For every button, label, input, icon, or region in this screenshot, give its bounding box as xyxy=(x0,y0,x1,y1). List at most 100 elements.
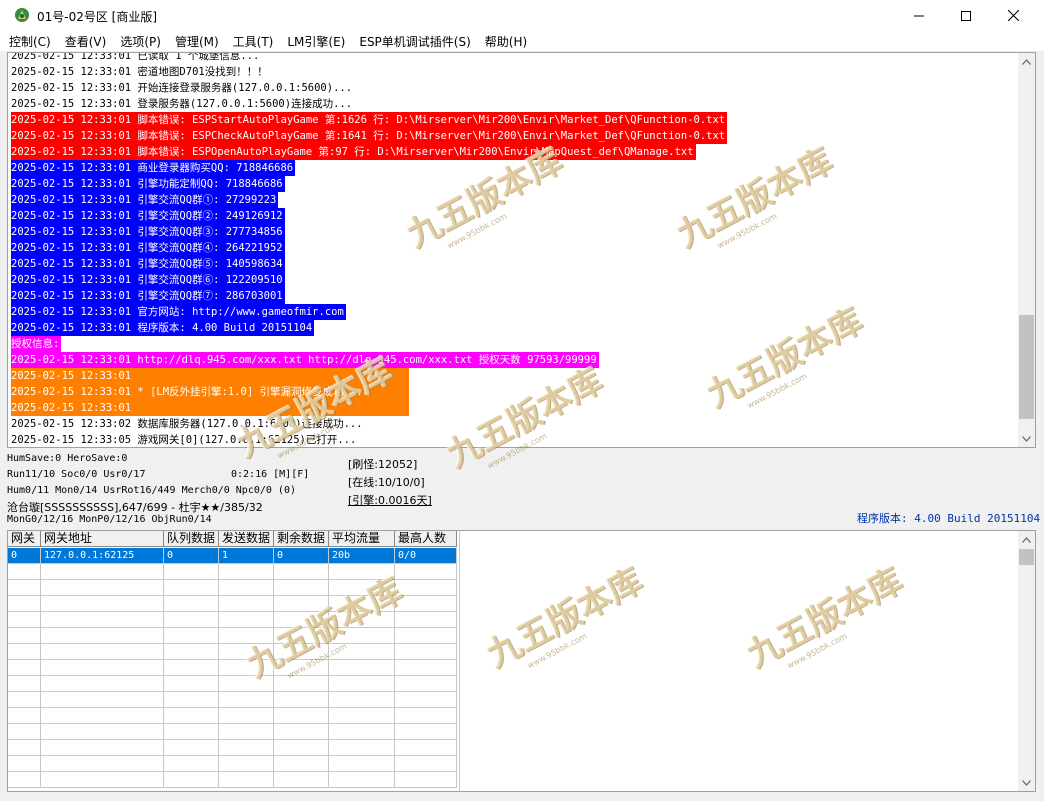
log-line-text: 2025-02-15 12:33:01 xyxy=(11,368,409,384)
grid-empty-cell xyxy=(274,740,329,756)
menu-options[interactable]: 选项(P) xyxy=(120,33,161,50)
grid-column-header[interactable]: 平均流量 xyxy=(329,531,395,547)
grid-column-header[interactable]: 发送数据 xyxy=(219,531,274,547)
status-panel: HumSave:0 HeroSave:0 Run11/10 Soc0/0 Usr… xyxy=(7,451,1040,527)
grid-empty-row[interactable] xyxy=(8,692,460,708)
grid-empty-row[interactable] xyxy=(8,564,460,580)
scroll-down-arrow[interactable] xyxy=(1018,430,1035,447)
gateway-grid[interactable]: 网关 网关地址 队列数据 发送数据 剩余数据 平均流量 最高人数 0 127.0.0.1:621… xyxy=(8,531,460,791)
chevron-down-icon xyxy=(1022,435,1031,442)
grid-cell: 127.0.0.1:62125 xyxy=(41,548,164,564)
grid-empty-cell xyxy=(219,708,274,724)
grid-empty-cell xyxy=(41,564,164,580)
grid-cell: 0 xyxy=(8,548,41,564)
grid-empty-cell xyxy=(41,580,164,596)
log-line-text: 2025-02-15 12:33:02 数据库服务器(127.0.0.1:600… xyxy=(11,418,363,430)
menu-control[interactable]: 控制(C) xyxy=(9,33,51,50)
log-line-text: 2025-02-15 12:33:01 引擎交流QQ群⑦: 286703001 xyxy=(11,288,285,304)
grid-column-header[interactable]: 剩余数据 xyxy=(274,531,329,547)
grid-column-header[interactable]: 队列数据 xyxy=(164,531,219,547)
grid-empty-row[interactable] xyxy=(8,612,460,628)
grid-empty-cell xyxy=(395,772,457,788)
log-line-text: 2025-02-15 12:33:01 脚本错误: ESPCheckAutoPl… xyxy=(11,128,728,144)
grid-empty-cell xyxy=(219,596,274,612)
grid-empty-cell xyxy=(41,692,164,708)
grid-empty-cell xyxy=(219,660,274,676)
menu-view[interactable]: 查看(V) xyxy=(65,33,107,50)
grid-scroll-down-arrow[interactable] xyxy=(1018,774,1035,791)
log-line: 2025-02-15 12:33:01 引擎功能定制QQ: 718846686 xyxy=(11,176,1016,192)
log-line-text: 2025-02-15 12:33:01 引擎交流QQ群⑤: 140598634 xyxy=(11,256,285,272)
grid-empty-cell xyxy=(8,628,41,644)
grid-empty-cell xyxy=(164,708,219,724)
grid-empty-row[interactable] xyxy=(8,644,460,660)
status-online: [在线:10/10/0] xyxy=(348,476,425,489)
grid-empty-cell xyxy=(41,724,164,740)
grid-column-header[interactable]: 网关 xyxy=(8,531,41,547)
main-window: 01号-02号区 [商业版] 控制(C) 查看(V) 选项(P) 管理(M) 工… xyxy=(0,0,1044,801)
grid-empty-row[interactable] xyxy=(8,724,460,740)
grid-empty-cell xyxy=(329,628,395,644)
menu-tools[interactable]: 工具(T) xyxy=(233,33,274,50)
close-button[interactable] xyxy=(990,0,1036,31)
log-line-text: 2025-02-15 12:33:05 游戏网关[0](127.0.0.1:62… xyxy=(11,434,357,446)
menu-esp-plugin[interactable]: ESP单机调试插件(S) xyxy=(359,33,470,50)
maximize-button[interactable] xyxy=(943,0,989,31)
grid-empty-cell xyxy=(219,756,274,772)
log-line-text: 2025-02-15 12:33:01 已读取 1 个城堡信息... xyxy=(11,52,260,62)
grid-empty-row[interactable] xyxy=(8,596,460,612)
grid-empty-row[interactable] xyxy=(8,772,460,788)
log-line: 2025-02-15 12:33:02 数据库服务器(127.0.0.1:600… xyxy=(11,416,1016,432)
minimize-icon xyxy=(914,15,924,16)
grid-empty-cell xyxy=(164,676,219,692)
grid-empty-row[interactable] xyxy=(8,740,460,756)
menu-help[interactable]: 帮助(H) xyxy=(485,33,527,50)
grid-cell: 20b xyxy=(329,548,395,564)
grid-empty-cell xyxy=(329,564,395,580)
log-line-text: 2025-02-15 12:33:01 登录服务器(127.0.0.1:5600… xyxy=(11,98,353,110)
grid-column-header[interactable]: 网关地址 xyxy=(41,531,164,547)
log-line-text: 2025-02-15 12:33:01 官方网站: http://www.gam… xyxy=(11,304,346,320)
grid-row[interactable]: 0 127.0.0.1:62125 0 1 0 20b 0/0 xyxy=(8,548,460,564)
grid-empty-row[interactable] xyxy=(8,676,460,692)
grid-empty-cell xyxy=(329,692,395,708)
grid-scroll-up-arrow[interactable] xyxy=(1018,531,1035,548)
grid-empty-row[interactable] xyxy=(8,660,460,676)
maximize-icon xyxy=(961,10,971,21)
log-line-text: 2025-02-15 12:33:01 引擎功能定制QQ: 718846686 xyxy=(11,176,285,192)
grid-empty-cell xyxy=(329,580,395,596)
log-scrollbar[interactable] xyxy=(1018,53,1035,447)
grid-column-header[interactable]: 最高人数 xyxy=(395,531,457,547)
grid-scrollbar[interactable] xyxy=(1018,531,1035,791)
status-save: HumSave:0 HeroSave:0 xyxy=(7,453,128,464)
menu-manage[interactable]: 管理(M) xyxy=(175,33,219,50)
log-line: 2025-02-15 12:33:01 开始连接登录服务器(127.0.0.1:… xyxy=(11,80,1016,96)
log-line: 2025-02-15 12:33:01 xyxy=(11,368,1016,384)
log-panel[interactable]: 2025-02-15 12:33:01 已读取 1 个城堡信息... 2025-0… xyxy=(7,52,1036,448)
grid-empty-row[interactable] xyxy=(8,756,460,772)
grid-empty-cell xyxy=(8,692,41,708)
grid-empty-cell xyxy=(41,756,164,772)
grid-empty-cell xyxy=(329,596,395,612)
grid-empty-row[interactable] xyxy=(8,708,460,724)
grid-empty-row[interactable] xyxy=(8,628,460,644)
grid-empty-cell xyxy=(329,740,395,756)
grid-cell: 0 xyxy=(274,548,329,564)
menu-lm-engine[interactable]: LM引擎(E) xyxy=(287,33,345,50)
app-icon xyxy=(15,8,29,22)
grid-empty-row[interactable] xyxy=(8,580,460,596)
grid-empty-cell xyxy=(274,580,329,596)
scroll-up-arrow[interactable] xyxy=(1018,53,1035,70)
grid-empty-cell xyxy=(41,644,164,660)
log-line: 2025-02-15 12:33:01 密道地图D701没找到！！！ xyxy=(11,64,1016,80)
status-player: 沧台璇[SSSSSSSSSS],647/699 - 杜宇★★/385/32 xyxy=(7,501,263,514)
status-engine: [引擎:0.0016天] xyxy=(348,494,432,507)
grid-empty-cell xyxy=(8,612,41,628)
grid-empty-cell xyxy=(8,756,41,772)
log-line: 2025-02-15 12:33:01 程序版本: 4.00 Build 201… xyxy=(11,320,1016,336)
grid-header-row[interactable]: 网关 网关地址 队列数据 发送数据 剩余数据 平均流量 最高人数 xyxy=(8,531,460,547)
minimize-button[interactable] xyxy=(896,0,942,31)
grid-scroll-thumb[interactable] xyxy=(1019,549,1034,565)
grid-empty-cell xyxy=(274,676,329,692)
log-scroll-thumb[interactable] xyxy=(1019,315,1034,419)
